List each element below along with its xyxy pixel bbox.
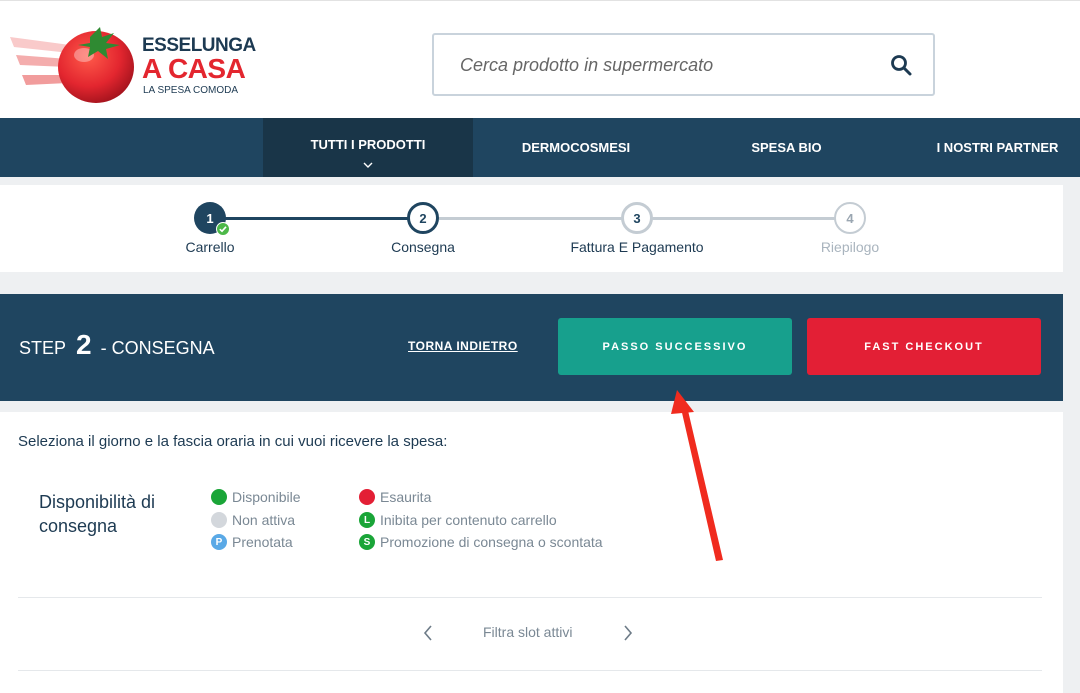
slot-filter: Filtra slot attivi — [0, 622, 1063, 644]
main-nav: TUTTI I PRODOTTI DERMOCOSMESI SPESA BIO … — [0, 118, 1080, 177]
legend-label: Non attiva — [232, 512, 296, 528]
legend-item-prenotata: P Prenotata — [211, 534, 293, 550]
previous-button[interactable] — [422, 622, 442, 644]
step-number: 4 — [846, 210, 854, 226]
nav-item-label: SPESA BIO — [751, 140, 822, 155]
nav-item-label: I NOSTRI PARTNER — [936, 140, 1059, 155]
step-4-circle: 4 — [834, 202, 866, 234]
slot-instruction: Seleziona il giorno e la fascia oraria i… — [18, 433, 448, 450]
step-2-label: Consegna — [391, 239, 455, 255]
step-1-label: Carrello — [185, 239, 235, 255]
legend-item-non-attiva: Non attiva — [211, 512, 295, 528]
logo-tagline: LA SPESA COMODA — [143, 85, 239, 96]
step-2-circle: 2 — [407, 202, 439, 234]
nav-item-i-nostri-partner[interactable]: I NOSTRI PARTNER — [920, 118, 1075, 177]
nav-item-dermocosmesi[interactable]: DERMOCOSMESI — [473, 118, 679, 177]
chevron-down-icon — [363, 162, 373, 168]
legend-title: Disponibilità di consegna — [39, 492, 156, 536]
step-3-label: Fattura E Pagamento — [570, 239, 704, 255]
tomato-logo-icon — [10, 27, 134, 103]
legend-item-disponibile: Disponibile — [211, 489, 300, 505]
legend-item-promozione: S Promozione di consegna o scontata — [359, 534, 603, 550]
step-3-circle: 3 — [621, 202, 653, 234]
search-icon — [891, 55, 912, 76]
divider — [18, 597, 1042, 598]
step-number: 1 — [206, 210, 214, 226]
step-1-circle[interactable]: 1 — [194, 202, 230, 236]
step-title-prefix: STEP — [19, 338, 67, 358]
next-step-button[interactable]: PASSO SUCCESSIVO — [558, 318, 792, 375]
legend-label: Disponibile — [232, 489, 301, 505]
legend-label: Promozione di consegna o scontata — [380, 534, 603, 550]
next-button[interactable] — [622, 622, 642, 644]
filter-active-slots[interactable]: Filtra slot attivi — [483, 624, 572, 640]
back-link[interactable]: TORNA INDIETRO — [408, 339, 518, 353]
divider — [18, 670, 1042, 671]
step-connector-done — [225, 217, 408, 220]
chevron-left-icon — [423, 625, 432, 641]
green-dot-icon — [211, 489, 227, 505]
page-scrollbar[interactable] — [1063, 177, 1080, 693]
prenotata-p-icon: P — [211, 534, 227, 550]
logo-text-a-casa: A CASA — [142, 53, 246, 84]
legend-item-esaurita: Esaurita — [359, 489, 431, 505]
step-number: 3 — [633, 210, 641, 226]
search-button[interactable] — [889, 53, 915, 79]
step-title-number: 2 — [76, 329, 92, 360]
step-connector — [439, 217, 622, 220]
nav-item-tutti-i-prodotti[interactable]: TUTTI I PRODOTTI — [263, 118, 473, 177]
inibita-l-icon: L — [359, 512, 375, 528]
chevron-right-icon — [624, 625, 633, 641]
legend-label: Esaurita — [380, 489, 432, 505]
header: ESSELUNGA A CASA LA SPESA COMODA — [0, 0, 1080, 118]
step-4-label: Riepilogo — [820, 239, 880, 255]
search-input[interactable] — [460, 47, 860, 83]
check-icon — [216, 222, 230, 236]
checkout-stepper: 1 Carrello 2 Consegna 3 Fattura E Pagame… — [0, 185, 1063, 272]
step-action-bar: STEP 2 - CONSEGNA TORNA INDIETRO PASSO S… — [0, 294, 1063, 401]
legend-label: Inibita per contenuto carrello — [380, 512, 557, 528]
search-box — [432, 33, 935, 96]
grey-dot-icon — [211, 512, 227, 528]
step-title: STEP 2 - CONSEGNA — [19, 329, 215, 361]
nav-item-label: DERMOCOSMESI — [521, 140, 631, 155]
fast-checkout-button[interactable]: FAST CHECKOUT — [807, 318, 1041, 375]
promozione-s-icon: S — [359, 534, 375, 550]
nav-item-label: TUTTI I PRODOTTI — [310, 137, 426, 152]
step-connector — [652, 217, 835, 220]
red-dot-icon — [359, 489, 375, 505]
esselunga-logo[interactable]: ESSELUNGA A CASA LA SPESA COMODA — [10, 25, 260, 107]
step-title-suffix: - CONSEGNA — [100, 338, 215, 358]
delivery-slot-panel: Seleziona il giorno e la fascia oraria i… — [0, 412, 1063, 693]
nav-item-spesa-bio[interactable]: SPESA BIO — [685, 118, 888, 177]
legend-label: Prenotata — [232, 534, 293, 550]
legend-item-inibita: L Inibita per contenuto carrello — [359, 512, 557, 528]
step-number: 2 — [419, 210, 427, 226]
